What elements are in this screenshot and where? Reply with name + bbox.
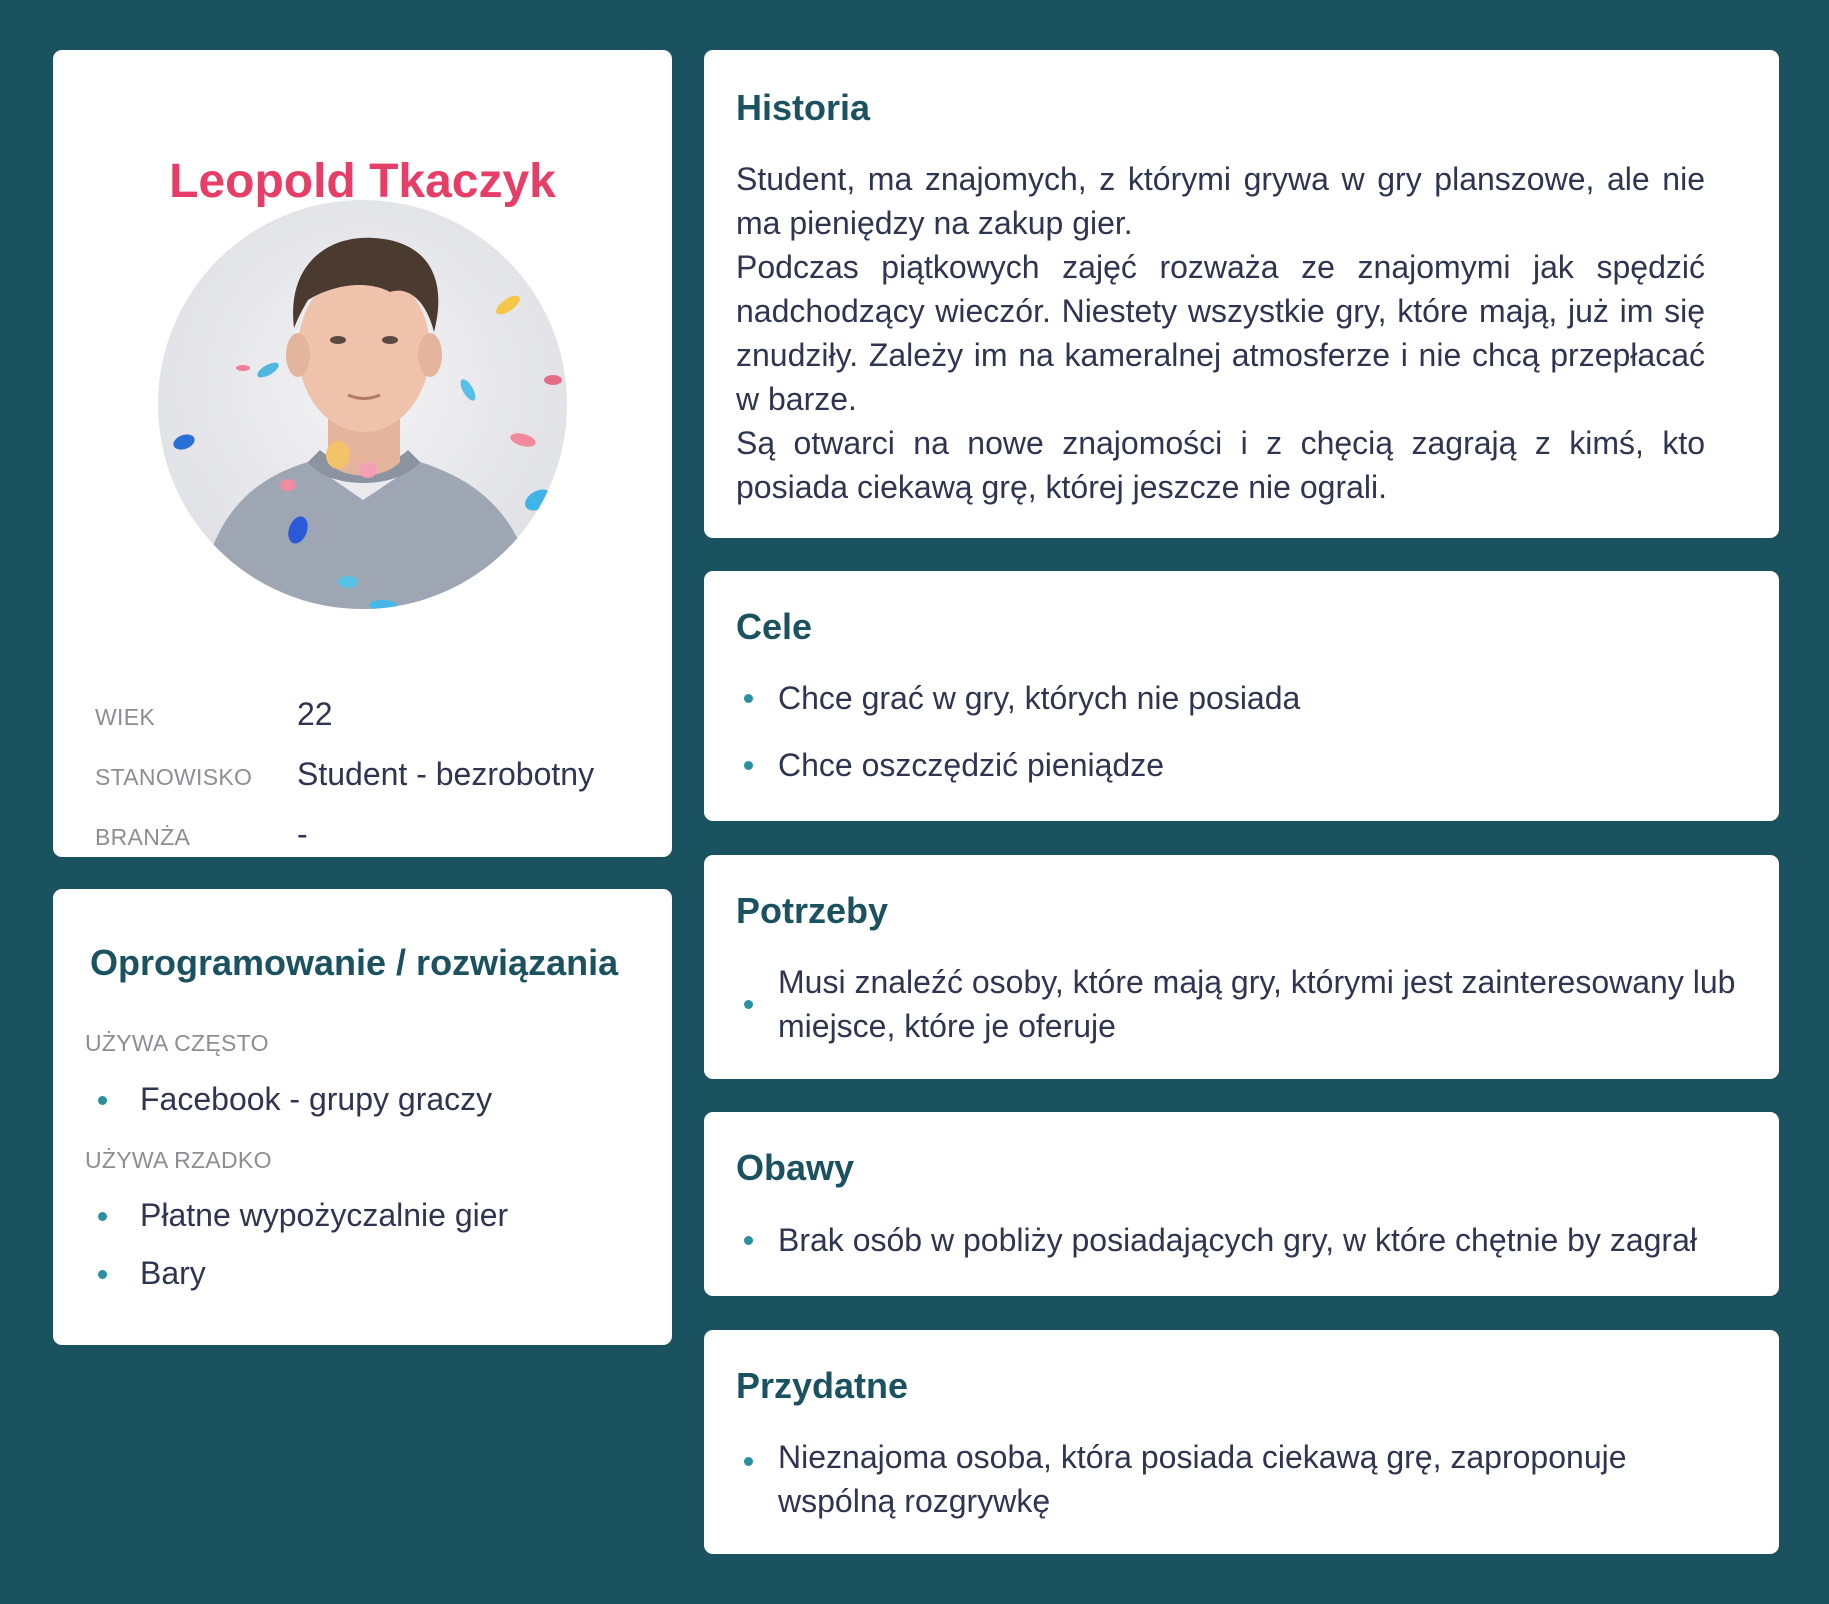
uses-rarely-label: UŻYWA RZADKO	[85, 1147, 272, 1173]
bullet-icon	[744, 1236, 753, 1245]
industry-value: -	[297, 816, 308, 852]
concerns-title: Obawy	[736, 1147, 855, 1188]
portrait-photo	[158, 200, 567, 609]
useful-card: Przydatne Nieznajoma osoba, która posiad…	[704, 1330, 1779, 1554]
bullet-icon	[744, 694, 753, 703]
industry-label: BRANŻA	[95, 824, 191, 850]
needs-list: Musi znaleźć osoby, które mają gry, któr…	[736, 960, 1739, 1048]
list-item: Facebook - grupy graczy	[93, 1079, 652, 1137]
bullet-icon	[744, 1457, 753, 1466]
uses-rarely-list: Płatne wypożyczalnie gier Bary	[93, 1195, 652, 1311]
list-item: Chce oszczędzić pieniądze	[736, 743, 1739, 787]
list-item-text: Nieznajoma osoba, która posiada ciekawą …	[778, 1439, 1627, 1519]
concerns-card: Obawy Brak osób w pobliży posiadających …	[704, 1112, 1779, 1296]
needs-card: Potrzeby Musi znaleźć osoby, które mają …	[704, 855, 1779, 1079]
list-item: Brak osób w pobliży posiadających gry, w…	[736, 1218, 1739, 1262]
list-item-text: Brak osób w pobliży posiadających gry, w…	[778, 1222, 1697, 1258]
position-value: Student - bezrobotny	[297, 756, 595, 792]
info-row-age: WIEK 22	[95, 690, 655, 750]
age-value: 22	[297, 696, 333, 732]
list-item-text: Chce oszczędzić pieniądze	[778, 747, 1164, 783]
concerns-list: Brak osób w pobliży posiadających gry, w…	[736, 1218, 1739, 1262]
info-row-industry: BRANŻA -	[95, 810, 655, 870]
list-item: Nieznajoma osoba, która posiada ciekawą …	[736, 1435, 1739, 1523]
needs-title: Potrzeby	[736, 890, 889, 931]
list-item-text: Chce grać w gry, których nie posiada	[778, 680, 1301, 716]
bullet-icon	[744, 761, 753, 770]
list-item-text: Bary	[140, 1255, 206, 1291]
list-item: Płatne wypożyczalnie gier	[93, 1195, 652, 1253]
bullet-icon	[98, 1270, 107, 1279]
history-paragraph: Podczas piątkowych zajęć rozważa ze znaj…	[736, 249, 1705, 417]
uses-often-label: UŻYWA CZĘSTO	[85, 1030, 269, 1056]
list-item: Chce grać w gry, których nie posiada	[736, 676, 1739, 720]
position-label: STANOWISKO	[95, 764, 253, 790]
history-paragraph: Student, ma znajomych, z którymi grywa w…	[736, 161, 1705, 241]
list-item-text: Płatne wypożyczalnie gier	[140, 1197, 509, 1233]
history-paragraph: Są otwarci na nowe znajomości i z chęcią…	[736, 425, 1705, 505]
list-item: Bary	[93, 1253, 652, 1311]
useful-list: Nieznajoma osoba, która posiada ciekawą …	[736, 1435, 1739, 1523]
uses-often-list: Facebook - grupy graczy	[93, 1079, 652, 1137]
bullet-icon	[744, 1000, 753, 1009]
profile-card: Leopold Tkaczyk WIEK 22 STANOWISKO Stude…	[53, 50, 672, 857]
info-row-position: STANOWISKO Student - bezrobotny	[95, 750, 655, 810]
bullet-icon	[98, 1096, 107, 1105]
list-item-text: Facebook - grupy graczy	[140, 1081, 493, 1117]
history-card: Historia Student, ma znajomych, z którym…	[704, 50, 1779, 538]
profile-info: WIEK 22 STANOWISKO Student - bezrobotny …	[95, 690, 655, 870]
goals-card: Cele Chce grać w gry, których nie posiad…	[704, 571, 1779, 821]
software-title: Oprogramowanie / rozwiązania	[90, 942, 619, 983]
list-item-text: Musi znaleźć osoby, które mają gry, któr…	[778, 964, 1736, 1044]
history-title: Historia	[736, 87, 871, 128]
history-text: Student, ma znajomych, z którymi grywa w…	[736, 157, 1705, 509]
bullet-icon	[98, 1212, 107, 1221]
age-label: WIEK	[95, 704, 155, 730]
goals-list: Chce grać w gry, których nie posiada Chc…	[736, 676, 1739, 787]
avatar	[158, 200, 567, 609]
useful-title: Przydatne	[736, 1365, 909, 1406]
software-card: Oprogramowanie / rozwiązania UŻYWA CZĘST…	[53, 889, 672, 1345]
list-item: Musi znaleźć osoby, które mają gry, któr…	[736, 960, 1739, 1048]
goals-title: Cele	[736, 606, 813, 647]
